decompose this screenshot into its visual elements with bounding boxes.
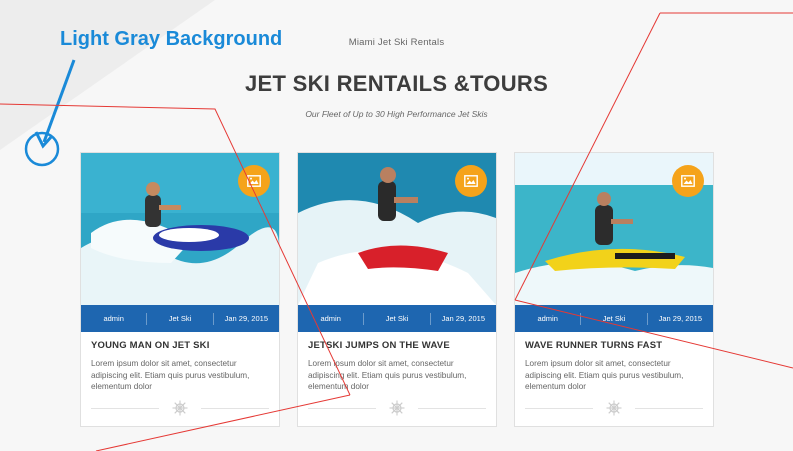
post-card[interactable]: admin Jet Ski Jan 29, 2015 WAVE RUNNER T…	[514, 152, 714, 427]
page-title: JET SKI RENTAILS &TOURS	[244, 71, 549, 96]
image-icon	[681, 175, 695, 187]
post-category[interactable]: Jet Ski	[581, 312, 648, 325]
post-title[interactable]: YOUNG MAN ON JET SKI	[91, 340, 210, 351]
post-author[interactable]: admin	[515, 312, 582, 325]
post-excerpt: Lorem ipsum dolor sit amet, consectetur …	[525, 359, 684, 391]
card-divider	[91, 400, 269, 416]
post-author[interactable]: admin	[81, 312, 148, 325]
gallery-badge[interactable]	[455, 165, 487, 197]
image-icon	[247, 175, 261, 187]
card-divider	[525, 400, 703, 416]
post-date: Jan 29, 2015	[441, 313, 485, 323]
post-photo[interactable]	[515, 153, 713, 305]
post-excerpt: Lorem ipsum dolor sit amet, consectetur …	[91, 359, 250, 391]
image-icon	[464, 175, 478, 187]
ship-wheel-icon	[389, 400, 405, 416]
post-photo[interactable]	[81, 153, 279, 305]
ship-wheel-icon	[172, 400, 188, 416]
ship-wheel-icon	[606, 400, 622, 416]
post-category[interactable]: Jet Ski	[147, 312, 214, 325]
post-card[interactable]: admin Jet Ski Jan 29, 2015 YOUNG MAN ON …	[80, 152, 280, 427]
post-category[interactable]: Jet Ski	[364, 312, 431, 325]
card-divider	[308, 400, 486, 416]
post-meta-bar: admin Jet Ski Jan 29, 2015	[81, 305, 279, 332]
post-photo[interactable]	[298, 153, 496, 305]
gallery-badge[interactable]	[238, 165, 270, 197]
post-date: Jan 29, 2015	[658, 313, 702, 323]
post-excerpt: Lorem ipsum dolor sit amet, consectetur …	[308, 359, 467, 391]
post-card[interactable]: admin Jet Ski Jan 29, 2015 JETSKI JUMPS …	[297, 152, 497, 427]
post-title[interactable]: JETSKI JUMPS ON THE WAVE	[308, 340, 450, 351]
page-subtitle: Our Fleet of Up to 30 High Performance J…	[305, 109, 488, 119]
post-title[interactable]: WAVE RUNNER TURNS FAST	[525, 340, 662, 351]
post-meta-bar: admin Jet Ski Jan 29, 2015	[298, 305, 496, 332]
section-eyebrow: Miami Jet Ski Rentals	[348, 37, 445, 48]
post-date: Jan 29, 2015	[224, 313, 268, 323]
post-meta-bar: admin Jet Ski Jan 29, 2015	[515, 305, 713, 332]
gallery-badge[interactable]	[672, 165, 704, 197]
post-author[interactable]: admin	[298, 312, 365, 325]
